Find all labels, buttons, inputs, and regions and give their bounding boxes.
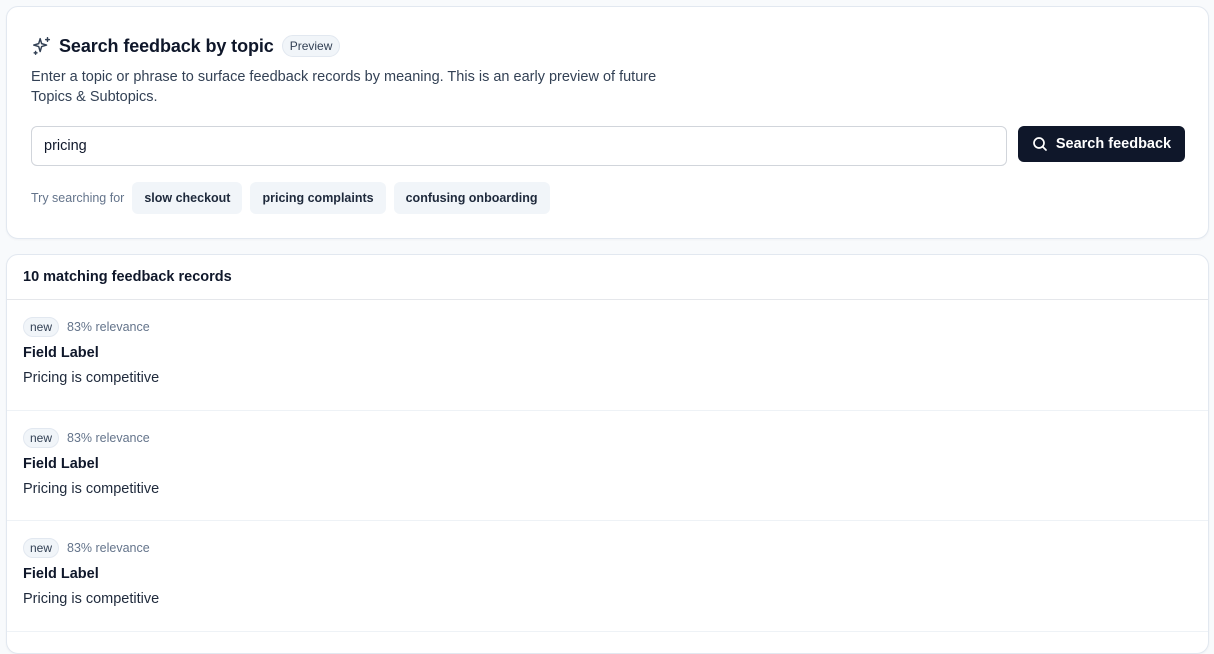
search-input[interactable] — [31, 126, 1007, 166]
results-count: 10 matching feedback records — [7, 255, 1208, 300]
results-card: 10 matching feedback records new 83% rel… — [6, 254, 1209, 654]
suggestion-chip-slow-checkout[interactable]: slow checkout — [132, 182, 243, 214]
field-label: Field Label — [23, 566, 99, 582]
search-header: Search feedback by topic Preview — [31, 33, 341, 59]
field-value: Pricing is competitive — [23, 370, 160, 386]
preview-badge: Preview — [281, 35, 341, 57]
suggestion-chip-confusing-onboarding[interactable]: confusing onboarding — [393, 182, 550, 214]
relevance-score: 83% relevance — [67, 541, 150, 555]
sparkles-icon — [31, 35, 53, 57]
relevance-score: 83% relevance — [67, 430, 150, 445]
search-button-label: Search feedback — [1055, 136, 1172, 152]
field-value: Pricing is competitive — [23, 591, 160, 607]
search-description: Enter a topic or phrase to surface feedb… — [31, 69, 657, 105]
suggestion-chip-pricing-complaints[interactable]: pricing complaints — [250, 182, 386, 214]
status-badge: new — [23, 538, 60, 558]
feedback-record[interactable]: new 83% relevance Field Label Pricing is… — [7, 300, 1208, 411]
status-badge: new — [23, 317, 60, 337]
feedback-record[interactable]: new 83% relevance Field Label Pricing is… — [7, 411, 1208, 521]
relevance-score: 83% relevance — [67, 320, 150, 334]
field-value: Pricing is competitive — [23, 480, 160, 497]
search-feedback-button[interactable]: Search feedback — [1018, 126, 1185, 162]
field-label: Field Label — [23, 345, 99, 361]
search-card: Search feedback by topic Preview Enter a… — [6, 6, 1209, 239]
page-title: Search feedback by topic — [59, 35, 274, 56]
field-label: Field Label — [23, 455, 99, 472]
search-icon — [1032, 136, 1048, 152]
feedback-record[interactable]: new 83% relevance Field Label Pricing is… — [7, 521, 1208, 632]
suggestions-label: Try searching for — [31, 191, 125, 205]
suggestions-row: Try searching for slow checkout pricing … — [31, 182, 558, 214]
status-badge: new — [23, 427, 60, 448]
